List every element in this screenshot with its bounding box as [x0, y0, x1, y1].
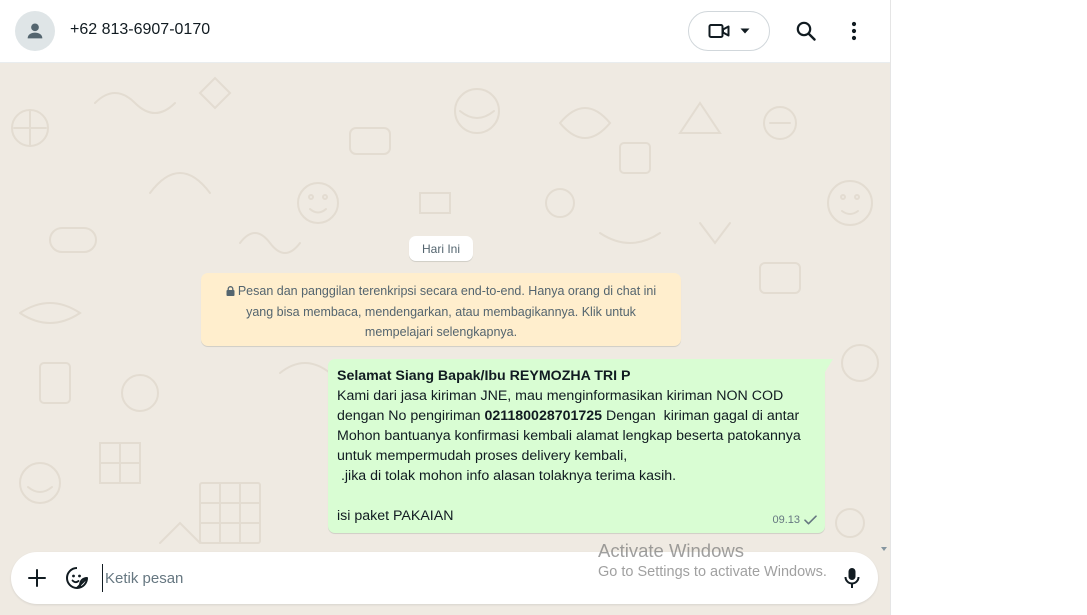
contact-name[interactable]: +62 813-6907-0170 — [70, 21, 210, 39]
chat-body[interactable]: Hari Ini Pesan dan panggilan terenkripsi… — [0, 63, 890, 615]
message-line-4: Mohon bantuanya konfirmasi kembali alama… — [337, 428, 801, 444]
video-call-button[interactable] — [688, 11, 770, 51]
date-separator: Hari Ini — [409, 236, 473, 261]
bubble-tail — [825, 359, 833, 372]
message-line-3-post: Dengan kiriman gagal di antar — [602, 408, 800, 424]
message-line-3-pre: dengan No pengiriman — [337, 408, 485, 424]
watermark-title: Activate Windows — [598, 540, 744, 561]
message-line-2: Kami dari jasa kiriman JNE, mau menginfo… — [337, 388, 784, 404]
message-input[interactable] — [102, 564, 582, 592]
scroll-down-chevron-icon[interactable] — [881, 547, 887, 551]
lock-icon — [226, 286, 235, 296]
single-check-icon — [804, 515, 817, 525]
message-meta: 09.13 — [772, 510, 817, 530]
plus-icon — [28, 569, 46, 587]
search-button[interactable] — [790, 15, 822, 47]
kebab-menu-icon — [851, 21, 857, 41]
activate-windows-watermark: Activate Windows Go to Settings to activ… — [598, 540, 827, 582]
message-line-6: .jika di tolak mohon info alasan tolakny… — [337, 468, 677, 484]
message-greeting: Selamat Siang Bapak/Ibu REYMOZHA TRI P — [337, 368, 631, 384]
microphone-icon — [844, 568, 860, 588]
chat-window: +62 813-6907-0170 Hari Ini Pesan dan pan… — [0, 0, 890, 615]
watermark-subtitle: Go to Settings to activate Windows. — [598, 564, 827, 580]
tracking-number: 021180028701725 — [484, 408, 603, 424]
person-avatar-icon — [27, 23, 43, 39]
chat-header: +62 813-6907-0170 — [0, 0, 890, 63]
encryption-notice[interactable]: Pesan dan panggilan terenkripsi secara e… — [201, 273, 681, 346]
message-line-5: untuk mempermudah proses delivery kembal… — [337, 448, 628, 464]
contact-avatar[interactable] — [15, 11, 55, 51]
voice-message-button[interactable] — [838, 564, 866, 592]
encryption-text-1: Pesan dan panggilan terenkripsi secara e… — [237, 284, 657, 298]
encryption-line-1: Pesan dan panggilan terenkripsi secara e… — [226, 284, 656, 298]
encryption-text-3: mempelajari selengkapnya. — [364, 325, 518, 339]
message-time: 09.13 — [772, 514, 800, 526]
right-blank-pane — [890, 0, 1087, 615]
sticker-icon — [66, 567, 88, 589]
chevron-down-icon — [740, 28, 750, 34]
sticker-button[interactable] — [63, 564, 91, 592]
message-line-3: dengan No pengiriman 021180028701725 Den… — [337, 406, 816, 426]
video-call-icon — [708, 24, 730, 38]
outgoing-message[interactable]: Selamat Siang Bapak/Ibu REYMOZHA TRI P K… — [328, 359, 825, 533]
search-icon — [796, 21, 816, 41]
message-line-8: isi paket PAKAIAN — [337, 508, 454, 524]
attach-button[interactable] — [23, 564, 51, 592]
menu-button[interactable] — [838, 15, 870, 47]
encryption-text-2: yang bisa membaca, mendengarkan, atau me… — [246, 304, 636, 319]
